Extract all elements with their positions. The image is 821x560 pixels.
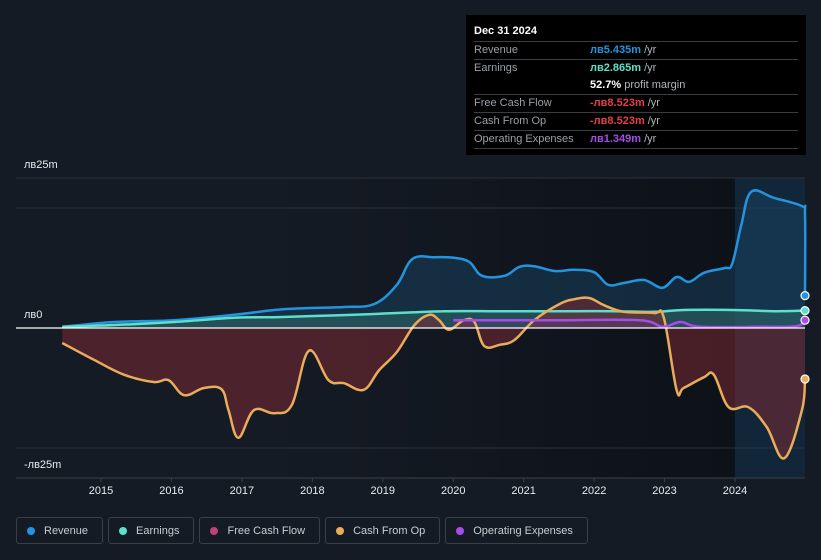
legend-item-cash-from-op[interactable]: Cash From Op <box>325 517 441 544</box>
y-tick-label: -лв25m <box>24 459 62 471</box>
tooltip-row: Cash From Op -лв8.523m/yr <box>474 113 798 131</box>
tooltip-row: Earnings лв2.865m/yr <box>474 60 798 77</box>
x-tick-label: 2021 <box>511 485 536 497</box>
y-tick-label: лв0 <box>24 309 43 321</box>
x-tick-label: 2023 <box>652 485 677 497</box>
tooltip-row-value: 52.7% <box>590 79 622 91</box>
legend-dot-icon <box>119 526 128 535</box>
legend-dot-icon <box>210 526 219 535</box>
tooltip-row-value: -лв8.523m <box>590 115 645 127</box>
legend-item-operating-expenses[interactable]: Operating Expenses <box>445 517 588 544</box>
x-tick-label: 2022 <box>581 485 607 497</box>
legend-dot-icon <box>336 526 345 535</box>
x-tick-label: 2015 <box>88 485 114 497</box>
x-tick-label: 2018 <box>300 485 325 497</box>
x-tick-label: 2024 <box>722 485 748 497</box>
revenue-end-marker[interactable] <box>800 291 810 301</box>
x-tick-label: 2020 <box>440 485 466 497</box>
earnings-end-marker[interactable] <box>800 306 810 316</box>
tooltip-row-unit: /yr <box>644 44 657 56</box>
tooltip-row-unit: /yr <box>647 97 660 109</box>
tooltip-row: 52.7% profit margin <box>474 77 798 95</box>
legend-item-revenue[interactable]: Revenue <box>16 517 104 544</box>
y-tick-label: лв25m <box>24 159 58 171</box>
tooltip-row-value: лв5.435m <box>590 44 642 56</box>
legend: Revenue Earnings Free Cash Flow Cash From O… <box>16 517 588 544</box>
legend-label: Cash From Op <box>353 524 426 537</box>
tooltip-row-unit: /yr <box>644 133 657 145</box>
tooltip-row-value: лв1.349m <box>590 133 642 145</box>
tooltip-row-unit: /yr <box>644 62 657 74</box>
tooltip-rows: Revenue лв5.435m/yr Earnings лв2.865m/yr 52.… <box>474 42 798 149</box>
x-tick-label: 2017 <box>229 485 255 497</box>
tooltip-row-unit: /yr <box>647 115 660 127</box>
tooltip-date: Dec 31 2024 <box>474 23 798 42</box>
x-tick-label: 2019 <box>370 485 396 497</box>
tooltip-row: Free Cash Flow -лв8.523m/yr <box>474 95 798 113</box>
legend-dot-icon <box>27 526 35 535</box>
x-tick-label: 2016 <box>159 485 184 497</box>
tooltip-row: Operating Expenses лв1.349m/yr <box>474 131 798 149</box>
legend-item-earnings[interactable]: Earnings <box>108 517 195 544</box>
tooltip-row-label: Cash From Op <box>474 115 547 127</box>
legend-dot-icon <box>456 526 465 535</box>
tooltip-row: Revenue лв5.435m/yr <box>474 42 798 60</box>
tooltip-row-value: -лв8.523m <box>590 97 645 109</box>
tooltip-row-label: Earnings <box>474 62 518 74</box>
tooltip-row-label <box>474 77 590 94</box>
x-axis-ticks <box>16 477 805 482</box>
tooltip: Dec 31 2024 Revenue лв5.435m/yr Earnings лв… <box>466 15 806 155</box>
cash-from-op-end-marker[interactable] <box>800 374 810 384</box>
legend-label: Free Cash Flow <box>227 524 306 537</box>
tooltip-row-label: Revenue <box>474 44 519 56</box>
legend-label: Operating Expenses <box>473 524 573 537</box>
legend-item-free-cash-flow[interactable]: Free Cash Flow <box>199 517 321 544</box>
operating-expenses-end-marker[interactable] <box>800 315 810 325</box>
tooltip-row-unit: profit margin <box>624 79 686 91</box>
legend-label: Revenue <box>44 524 89 537</box>
legend-label: Earnings <box>136 524 180 537</box>
tooltip-row-label: Operating Expenses <box>474 133 574 145</box>
tooltip-row-label: Free Cash Flow <box>474 97 552 109</box>
tooltip-row-value: лв2.865m <box>590 62 642 74</box>
